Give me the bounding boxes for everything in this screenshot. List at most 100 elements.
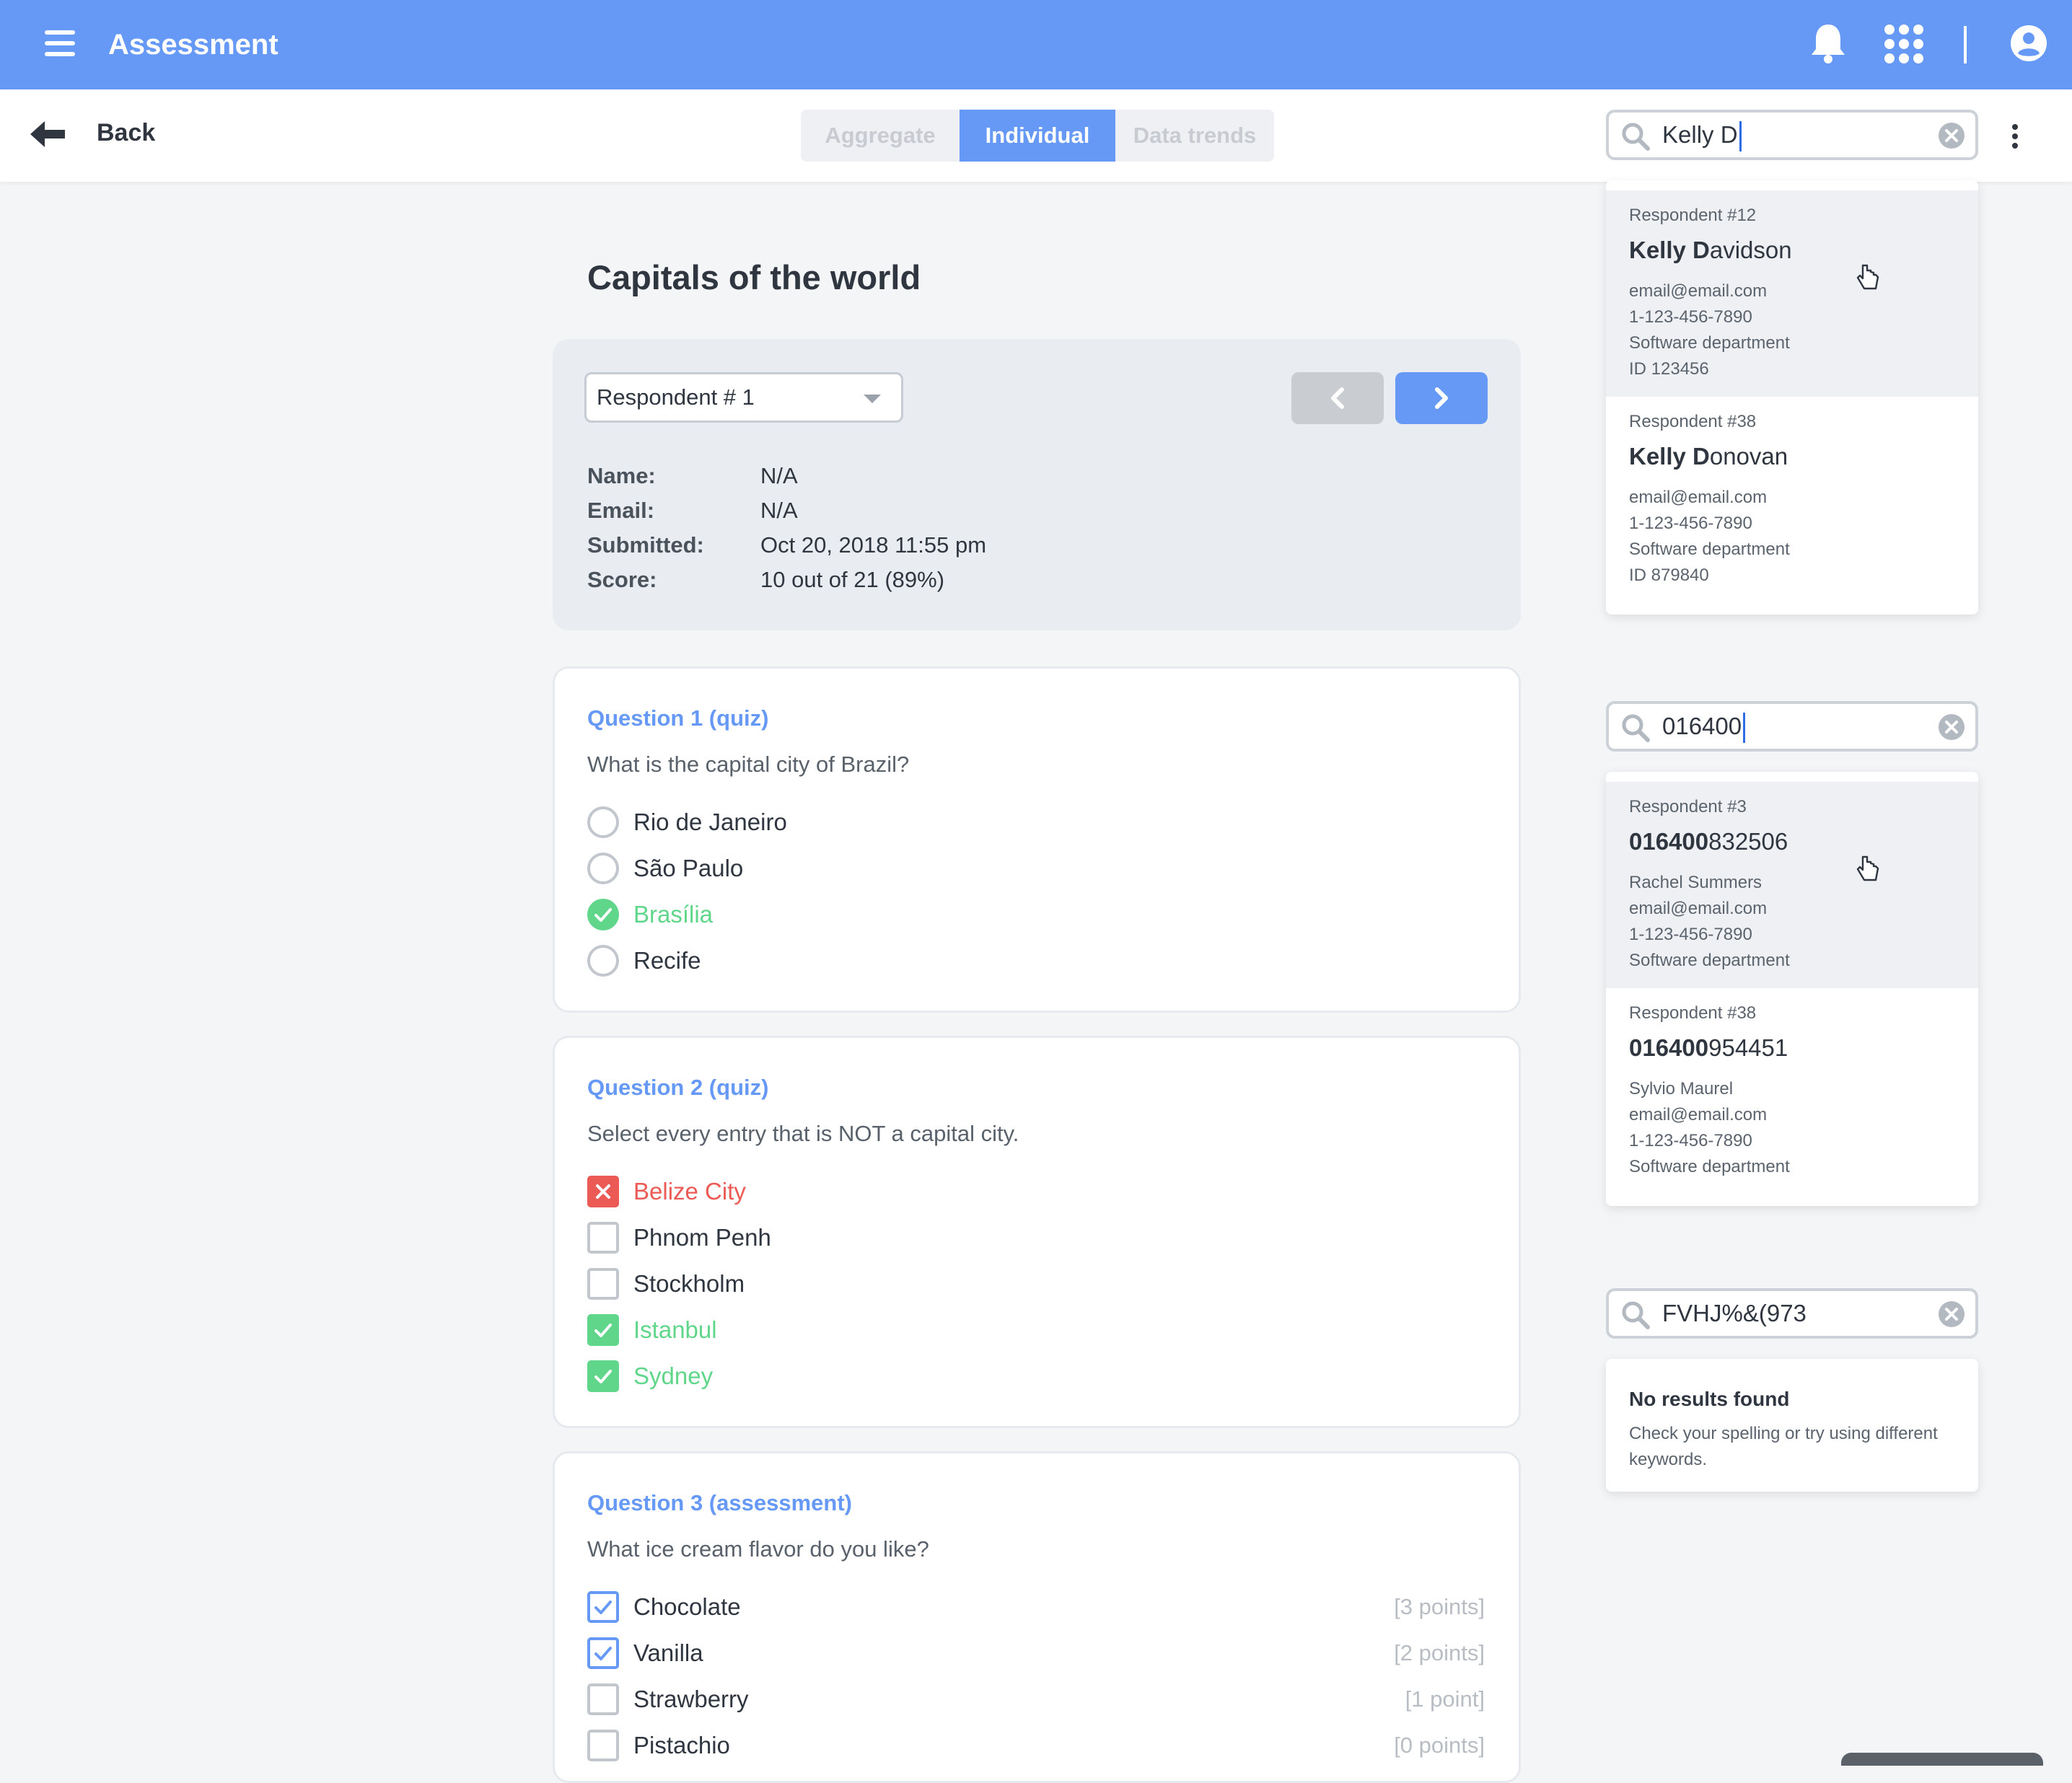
points-label: [3 points] [1394,1594,1485,1619]
apps-grid-icon[interactable] [1884,25,1923,63]
result-detail: Rachel Summers [1629,873,1762,892]
result-detail: Software department [1629,333,1790,353]
option-label: Pistachio [633,1732,730,1758]
search-input-value: FVHJ%&(973 [1662,1300,1807,1326]
chevron-right-icon [1435,387,1448,409]
result-detail: email@email.com [1629,281,1768,301]
question-text: What is the capital city of Brazil? [587,752,910,777]
view-tabs: Aggregate Individual Data trends [801,110,1274,162]
page-title: Capitals of the world [587,258,921,296]
result-detail: ID 879840 [1629,565,1709,585]
result-name: Kelly Donovan [1629,443,1788,470]
clear-search-icon[interactable] [1938,1300,1965,1328]
result-detail: Sylvio Maurel [1629,1079,1734,1099]
checkbox[interactable] [587,1730,619,1761]
search-result-item[interactable]: Respondent #12 Kelly Davidson email@emai… [1606,190,1978,397]
toolbar-divider [1964,26,1967,63]
info-label: Email: [587,498,655,523]
result-detail: ID 123456 [1629,359,1709,379]
result-name: 016400832506 [1629,828,1788,855]
result-detail: Software department [1629,1157,1790,1176]
tab-data-trends[interactable]: Data trends [1115,110,1274,162]
search-result-item[interactable]: Respondent #3 016400832506 Rachel Summer… [1606,782,1978,988]
option-label: Rio de Janeiro [633,809,787,835]
result-detail: email@email.com [1629,488,1768,507]
checkbox-checked[interactable] [587,1637,619,1669]
bottom-edge-tab[interactable] [1841,1753,2043,1766]
result-detail: 1-123-456-7890 [1629,1131,1752,1150]
back-button[interactable]: Back [97,115,155,150]
option-label: Recife [633,947,701,974]
option-label: São Paulo [633,855,744,881]
back-arrow-icon[interactable] [29,120,66,149]
more-options-icon[interactable] [2010,124,2020,149]
radio-button[interactable] [587,806,619,838]
checkbox[interactable] [587,1268,619,1300]
option-label: Phnom Penh [633,1224,771,1251]
option-label: Belize City [633,1178,746,1205]
points-label: [0 points] [1394,1733,1485,1758]
info-label: Name: [587,463,656,488]
correct-check-icon[interactable] [587,1360,619,1392]
tab-individual[interactable]: Individual [960,110,1115,162]
info-submitted-row: Submitted: Oct 20, 2018 11:55 pm [587,528,986,563]
notification-bell-icon[interactable] [1809,22,1847,65]
search-result-item[interactable]: Respondent #38 Kelly Donovan email@email… [1606,397,1978,604]
tab-aggregate[interactable]: Aggregate [801,110,960,162]
info-score-row: Score: 10 out of 21 (89%) [587,563,944,597]
respondent-search-input[interactable]: FVHJ%&(973 [1606,1288,1978,1339]
app-title: Assessment [108,29,278,61]
points-label: [1 point] [1405,1686,1485,1712]
question-text: What ice cream flavor do you like? [587,1536,929,1562]
search-icon [1622,123,1650,151]
no-results-panel: No results found Check your spelling or … [1606,1359,1978,1492]
wrong-x-icon[interactable] [587,1176,619,1207]
result-detail: email@email.com [1629,1105,1768,1124]
result-name: 016400954451 [1629,1034,1788,1061]
clear-search-icon[interactable] [1938,122,1965,149]
info-value: N/A [760,498,798,523]
option-label: Sydney [633,1362,714,1389]
no-results-message: Check your spelling or try using differe… [1629,1424,1938,1469]
question-title: Question 3 (assessment) [587,1490,852,1515]
points-label: [2 points] [1394,1640,1485,1665]
info-value: 10 out of 21 (89%) [760,567,945,592]
checkbox-checked[interactable] [587,1591,619,1623]
search-icon [1622,714,1650,742]
next-respondent-button[interactable] [1395,372,1488,424]
result-detail: 1-123-456-7890 [1629,307,1752,327]
user-account-icon[interactable] [2010,25,2047,62]
correct-check-icon[interactable] [587,1314,619,1346]
checkbox[interactable] [587,1683,619,1715]
option-label: Stockholm [633,1270,745,1297]
search-results-dropdown: Respondent #3 016400832506 Rachel Summer… [1606,772,1978,1206]
result-detail: 1-123-456-7890 [1629,925,1752,944]
radio-button[interactable] [587,945,619,977]
option-label: Strawberry [633,1686,749,1712]
respondent-search-input[interactable]: 016400 [1606,701,1978,752]
hand-pointer-icon [1856,264,1879,290]
hamburger-menu-icon[interactable] [45,30,75,56]
text-cursor [1739,121,1742,152]
radio-button[interactable] [587,853,619,884]
question-title: Question 2 (quiz) [587,1075,769,1100]
result-respondent-number: Respondent #38 [1629,1003,1757,1023]
info-name-row: Name: N/A [587,459,798,493]
respondent-search-input[interactable]: Kelly D [1606,110,1978,160]
respondent-select[interactable]: Respondent # 1 [584,372,903,423]
checkbox[interactable] [587,1222,619,1254]
correct-check-icon[interactable] [587,899,619,930]
text-cursor [1743,713,1746,744]
result-detail: 1-123-456-7890 [1629,514,1752,533]
previous-respondent-button[interactable] [1291,372,1384,424]
search-input-value: Kelly D [1662,113,1742,157]
result-name: Kelly Davidson [1629,237,1792,263]
option-label: Chocolate [633,1593,741,1620]
clear-search-icon[interactable] [1938,713,1965,741]
result-respondent-number: Respondent #12 [1629,206,1757,225]
question-text: Select every entry that is NOT a capital… [587,1121,1019,1146]
question-title: Question 1 (quiz) [587,705,769,731]
search-input-value: 016400 [1662,704,1746,749]
search-result-item[interactable]: Respondent #38 016400954451 Sylvio Maure… [1606,988,1978,1196]
chevron-left-icon [1331,387,1344,409]
